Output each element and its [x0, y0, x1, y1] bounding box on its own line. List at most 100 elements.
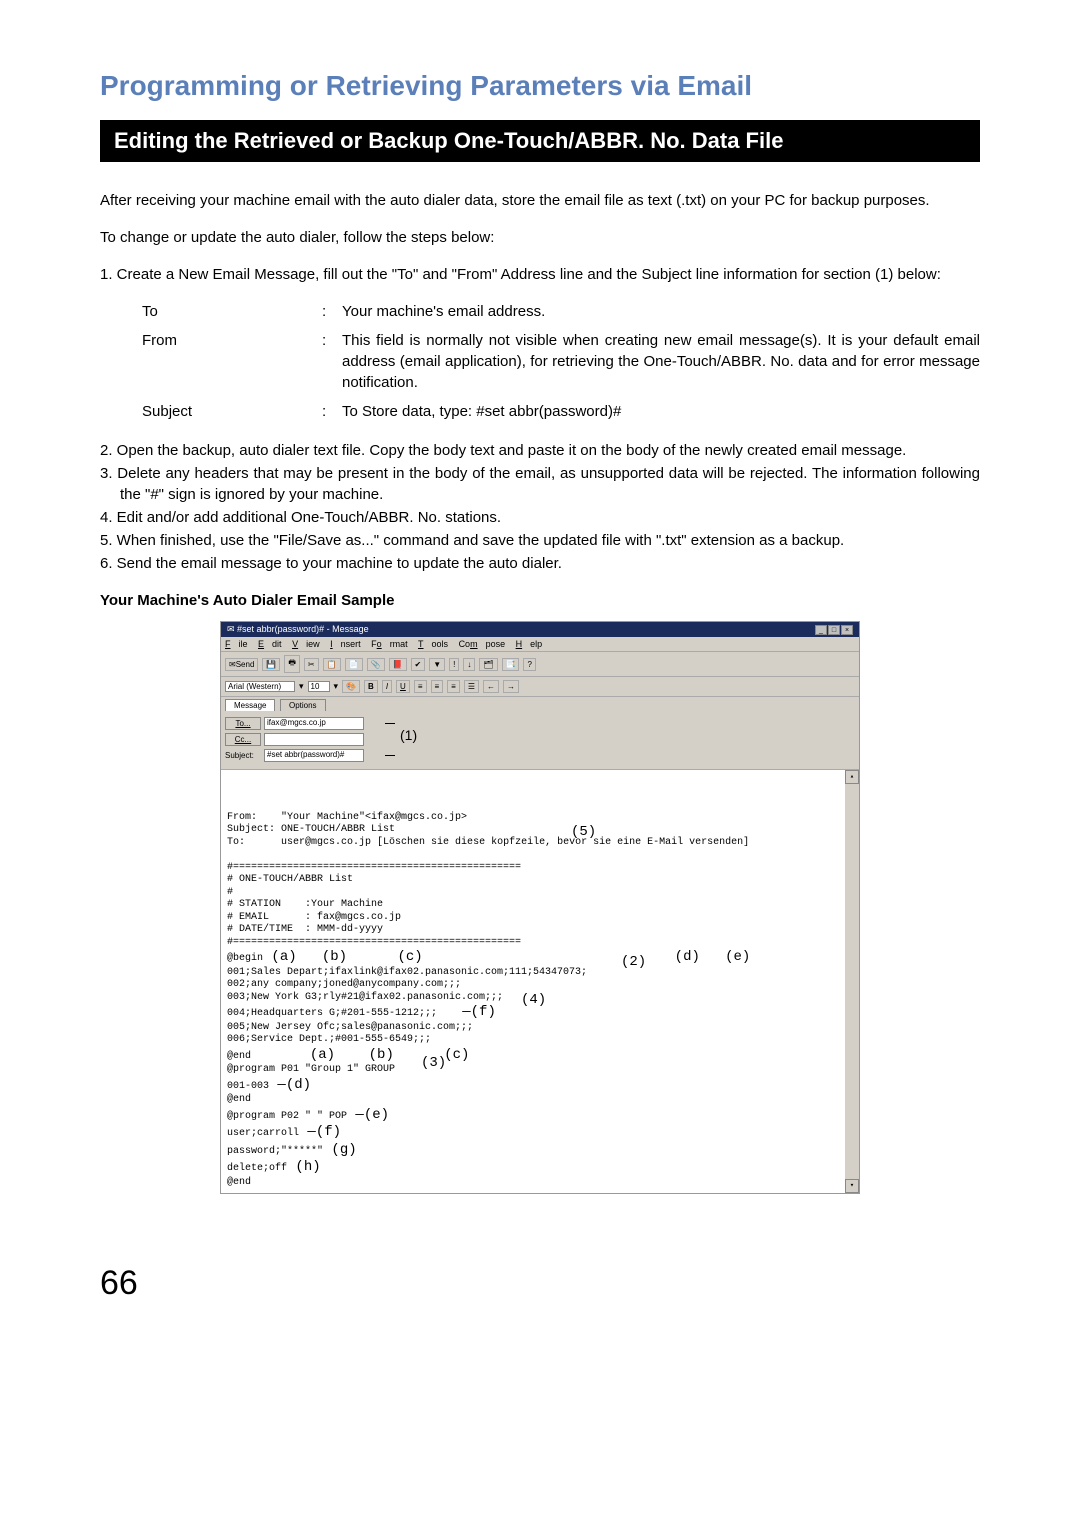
minimize-icon[interactable]: _	[815, 625, 827, 635]
importance-low-icon[interactable]: ↓	[463, 658, 475, 671]
callout-a: (a) (b) (c) (d) (e)	[263, 949, 750, 965]
email-body[interactable]: ▴ ▾ From: "Your Machine"<ifax@mgcs.co.jp…	[221, 770, 859, 1193]
intro-paragraph: After receiving your machine email with …	[100, 190, 980, 211]
step-5: 5. When finished, use the "File/Save as.…	[100, 530, 980, 551]
callout-5: (5)	[571, 824, 596, 842]
check-icon[interactable]: ✔	[411, 658, 426, 671]
field-row-from: From : This field is normally not visibl…	[142, 330, 980, 393]
scroll-up-icon[interactable]: ▴	[845, 770, 859, 784]
range-line: 001-003	[227, 1081, 269, 1092]
callout-line	[385, 755, 395, 756]
menubar: File Edit View Insert Format Tools Compo…	[221, 637, 859, 652]
bold-button[interactable]: B	[364, 680, 378, 693]
colon: :	[322, 330, 342, 393]
importance-high-icon[interactable]: !	[449, 658, 459, 671]
from-value: This field is normally not visible when …	[342, 330, 980, 393]
field-row-subject: Subject : To Store data, type: #set abbr…	[142, 401, 980, 422]
callout-f: —(f)	[299, 1124, 341, 1140]
numbered-list: 2. Open the backup, auto dialer text fil…	[100, 440, 980, 574]
to-field[interactable]: ifax@mgcs.co.jp	[264, 717, 364, 730]
to-button[interactable]: To...	[225, 717, 261, 730]
begin-line: @begin	[227, 953, 263, 964]
print-icon[interactable]: 🖶	[284, 655, 300, 673]
step-6: 6. Send the email message to your machin…	[100, 553, 980, 574]
callout-h: (h)	[287, 1159, 321, 1175]
change-paragraph: To change or update the auto dialer, fol…	[100, 227, 980, 248]
dropdown-icon[interactable]: ▾	[299, 681, 304, 692]
user-line: user;carroll	[227, 1128, 299, 1139]
callout-line	[385, 723, 395, 724]
data-002: 002;any company;joned@anycompany.com;;;	[227, 979, 461, 990]
tool-icon[interactable]: 🗂	[479, 658, 497, 671]
close-icon[interactable]: ×	[841, 625, 853, 635]
data-004: 004;Headquarters G;#201-555-1212;;;	[227, 1008, 437, 1019]
menu-tools[interactable]: Tools	[418, 639, 448, 649]
callout-e: —(e)	[347, 1107, 389, 1123]
menu-compose[interactable]: Compose	[459, 639, 506, 649]
tabs: Message Options	[221, 697, 859, 713]
align-left-icon[interactable]: ≡	[414, 680, 427, 693]
body-to-line: To: user@mgcs.co.jp	[227, 837, 371, 848]
data-006: 006;Service Dept.;#001-555-6549;;;	[227, 1034, 431, 1045]
callout-d: —(d)	[269, 1077, 311, 1093]
subject-label: Subject	[142, 401, 322, 422]
menu-view[interactable]: View	[292, 639, 320, 649]
sample-heading: Your Machine's Auto Dialer Email Sample	[100, 592, 980, 609]
indent-less-icon[interactable]: ←	[483, 680, 499, 693]
step-1: 1. Create a New Email Message, fill out …	[100, 264, 980, 285]
tool-icon[interactable]: 📑	[502, 658, 520, 671]
dropdown-icon[interactable]: ▾	[334, 681, 339, 692]
callout-g: (g)	[323, 1142, 357, 1158]
bullets-icon[interactable]: ☰	[464, 680, 479, 693]
menu-file[interactable]: File	[225, 639, 248, 649]
subject-field[interactable]: #set abbr(password)#	[264, 749, 364, 762]
email-sample-window: ✉ #set abbr(password)# - Message _□× Fil…	[220, 621, 860, 1194]
titlebar: ✉ #set abbr(password)# - Message _□×	[221, 622, 859, 637]
menu-format[interactable]: Format	[371, 639, 408, 649]
tab-message[interactable]: Message	[225, 699, 275, 711]
align-right-icon[interactable]: ≡	[447, 680, 460, 693]
copy-icon[interactable]: 📋	[323, 658, 341, 671]
colon: :	[322, 401, 342, 422]
addressbook-icon[interactable]: 📕	[389, 658, 407, 671]
menu-edit[interactable]: Edit	[258, 639, 282, 649]
font-size-select[interactable]: 10	[308, 681, 330, 692]
callout-3: (3)	[421, 1055, 446, 1073]
toolbar-2: Arial (Western) ▾ 10 ▾ 🎨 B I U ≡ ≡ ≡ ☰ ←…	[221, 677, 859, 697]
menu-insert[interactable]: Insert	[330, 639, 361, 649]
sep-line-2: #=======================================…	[227, 937, 521, 948]
color-icon[interactable]: 🎨	[342, 680, 360, 693]
page-title: Programming or Retrieving Parameters via…	[100, 70, 980, 102]
indent-more-icon[interactable]: →	[503, 680, 519, 693]
underline-button[interactable]: U	[396, 680, 410, 693]
save-icon[interactable]: 💾	[262, 658, 280, 671]
cut-icon[interactable]: ✂	[304, 658, 319, 671]
list-title-line: # ONE-TOUCH/ABBR List	[227, 874, 353, 885]
subject-label: Subject:	[225, 751, 261, 760]
scroll-down-icon[interactable]: ▾	[845, 1179, 859, 1193]
window-buttons: _□×	[814, 624, 853, 635]
send-button[interactable]: ✉Send	[225, 658, 258, 671]
align-center-icon[interactable]: ≡	[431, 680, 444, 693]
attach-icon[interactable]: 📎	[367, 658, 385, 671]
font-select[interactable]: Arial (Western)	[225, 681, 295, 692]
subject-value: To Store data, type: #set abbr(password)…	[342, 401, 980, 422]
italic-button[interactable]: I	[382, 680, 392, 693]
paste-icon[interactable]: 📄	[345, 658, 363, 671]
maximize-icon[interactable]: □	[828, 625, 840, 635]
flag-icon[interactable]: ▼	[429, 658, 445, 671]
help-icon[interactable]: ?	[523, 658, 535, 671]
data-001: 001;Sales Depart;ifaxlink@ifax02.panason…	[227, 967, 587, 978]
email-line: # EMAIL : fax@mgcs.co.jp	[227, 912, 401, 923]
end-line-2: @end	[227, 1094, 251, 1105]
del-line: delete;off	[227, 1163, 287, 1174]
titlebar-text: ✉ #set abbr(password)# - Message	[227, 624, 369, 635]
tab-options[interactable]: Options	[280, 699, 326, 711]
field-row-to: To : Your machine's email address.	[142, 301, 980, 322]
cc-field[interactable]	[264, 733, 364, 746]
sep-line: #=======================================…	[227, 862, 521, 873]
cc-button[interactable]: Cc...	[225, 733, 261, 746]
step-2: 2. Open the backup, auto dialer text fil…	[100, 440, 980, 461]
from-label: From	[142, 330, 322, 393]
menu-help[interactable]: Help	[516, 639, 543, 649]
